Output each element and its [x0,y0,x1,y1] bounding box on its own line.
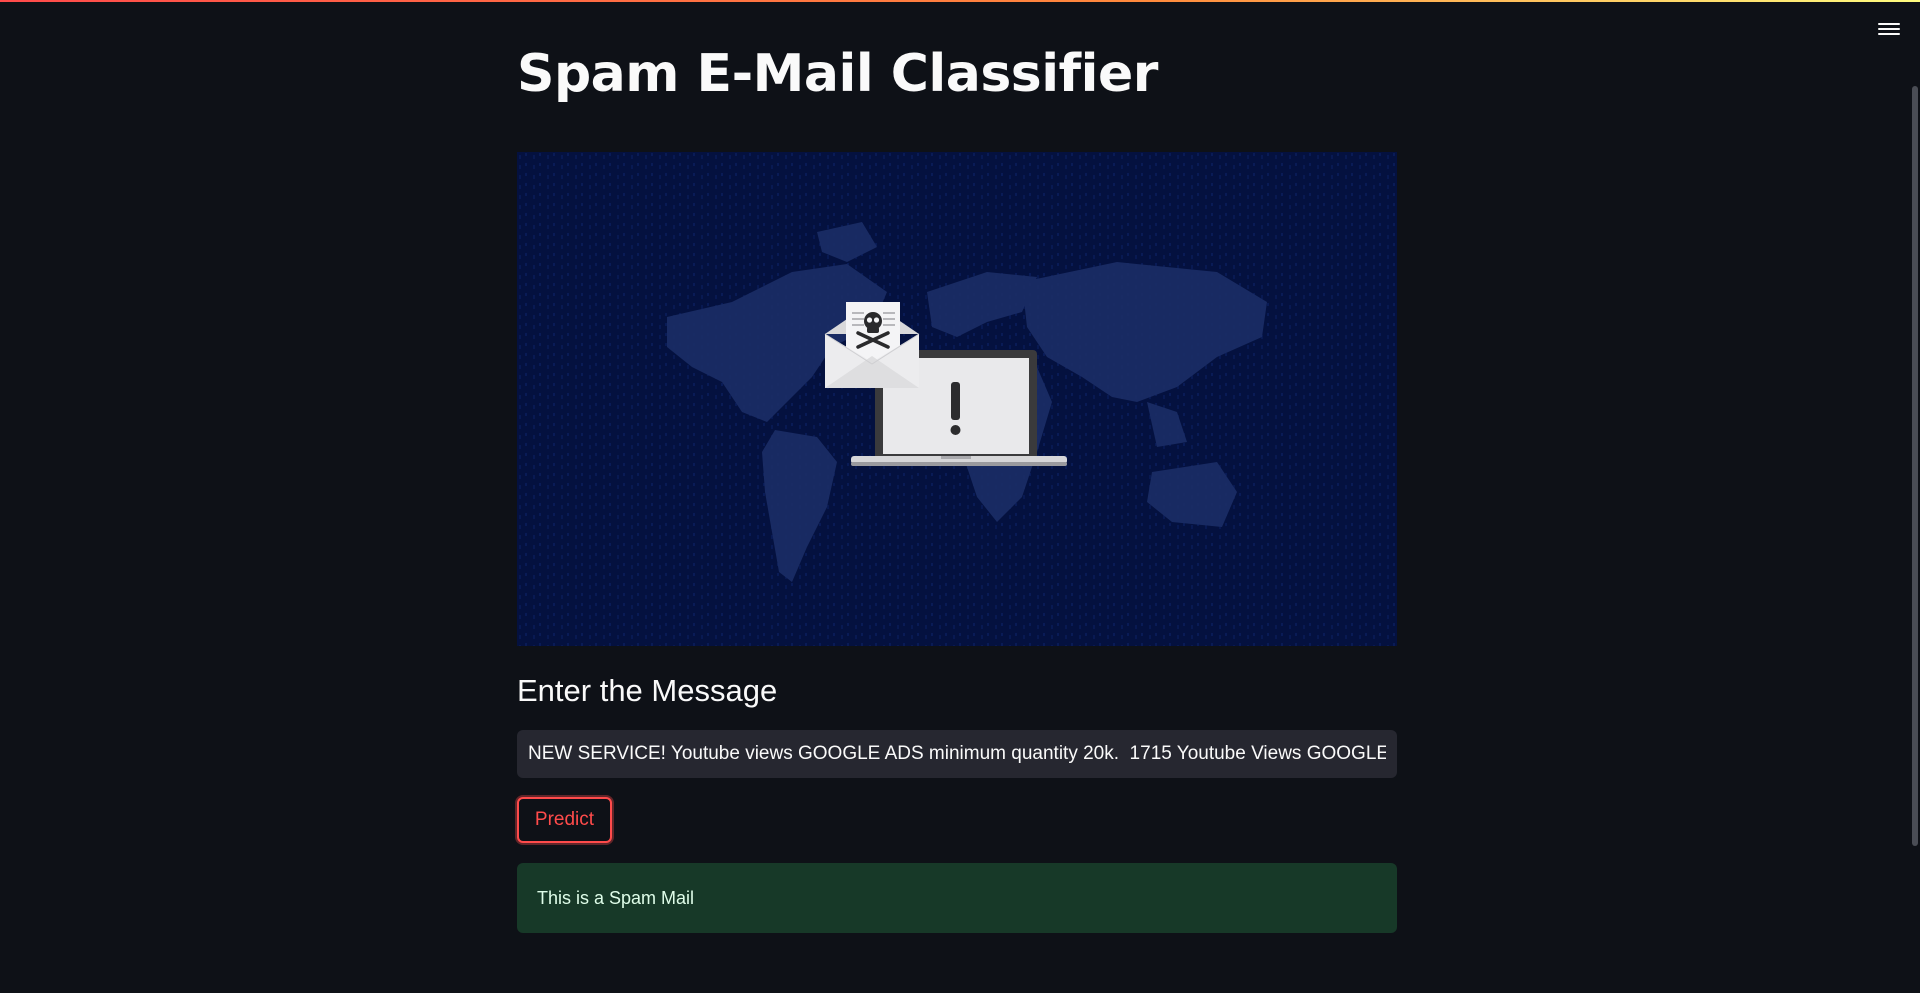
result-alert: This is a Spam Mail [517,863,1397,933]
hero-image [517,152,1397,646]
result-text: This is a Spam Mail [537,887,695,908]
message-input[interactable] [517,730,1397,778]
top-decoration-bar [0,0,1920,2]
predict-button[interactable]: Predict [517,797,612,843]
message-label: Enter the Message [517,673,778,708]
scrollbar[interactable] [1912,86,1918,846]
page-title: Spam E-Mail Classifier [517,44,1158,104]
hamburger-menu-icon[interactable] [1878,20,1900,38]
exclamation-icon [950,382,961,435]
